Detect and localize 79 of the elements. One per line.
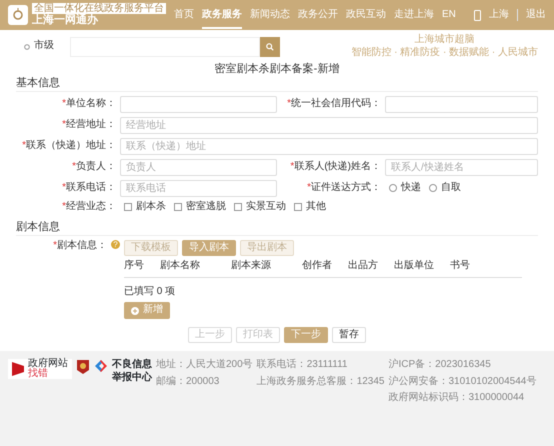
text-field[interactable] [385, 96, 538, 112]
field-label: *剧本信息： [53, 240, 107, 252]
text-field[interactable]: 负责人 [120, 158, 277, 176]
location-icon [24, 44, 30, 50]
field-label: *经营业态： [61, 200, 117, 213]
level-label: 市级 [34, 40, 54, 53]
step-button[interactable]: 上一步 [188, 326, 232, 344]
column-header: 书号 [450, 260, 470, 273]
toolbar-button[interactable]: 下载模板 [124, 240, 178, 256]
checkbox[interactable] [234, 202, 242, 211]
nav-tab[interactable]: 政民互动 [346, 0, 386, 30]
search-field[interactable] [70, 36, 260, 56]
footer-text: 地址：人民大道200号 [156, 359, 253, 372]
section-title: 基本信息 [16, 76, 538, 92]
step-button[interactable]: 打印表 [236, 326, 280, 344]
footer-text: 邮编：200003 [156, 376, 220, 388]
column-header: 剧本来源 [231, 260, 272, 273]
footer-text: 沪公网安备：31010102004544号 [388, 376, 536, 388]
column-header: 创作者 [302, 260, 332, 273]
city-link[interactable]: 上海 [489, 8, 509, 22]
option-label[interactable]: 其他 [306, 200, 326, 213]
count-text: 已填写 0 项 [124, 286, 176, 298]
find-error-logo[interactable]: 政府网站 找错 [8, 359, 72, 380]
add-button[interactable]: 新增 [124, 302, 170, 319]
option-label[interactable]: 密室逃脱 [186, 200, 226, 213]
step-button[interactable]: 下一步 [284, 326, 328, 344]
field-label: *证件送达方式： [306, 182, 382, 194]
checkbox[interactable] [294, 202, 302, 211]
checkbox[interactable] [174, 202, 182, 211]
option-label[interactable]: 剧本杀 [136, 200, 166, 213]
field-label: *负责人： [71, 160, 117, 174]
toolbar-button[interactable]: 导出剧本 [240, 240, 294, 256]
nav-tab[interactable]: 政务公开 [298, 0, 338, 30]
text-field[interactable]: 联系人/快递姓名 [385, 158, 538, 176]
nav-tab[interactable]: EN [442, 0, 456, 30]
logo-icon [8, 5, 28, 25]
field-label: *联系人(快递)姓名： [289, 160, 382, 174]
text-field[interactable]: 联系电话 [120, 180, 277, 196]
promo-title: 上海城市超脑 [414, 34, 475, 46]
step-button[interactable]: 暂存 [332, 326, 366, 344]
option-label[interactable]: 自取 [441, 182, 461, 194]
text-field[interactable]: 经营地址 [120, 116, 538, 134]
field-label: *联系（快递）地址： [21, 140, 117, 152]
help-icon[interactable]: ? [111, 240, 120, 249]
plus-icon [131, 306, 139, 314]
phone-icon[interactable] [474, 10, 481, 20]
field-label: *联系电话： [61, 182, 117, 194]
nav-tab[interactable]: 首页 [174, 0, 194, 30]
text-field[interactable] [120, 96, 277, 112]
option-label[interactable]: 实景互动 [246, 200, 286, 213]
column-header: 出版单位 [394, 260, 434, 273]
field-label: *单位名称： [61, 98, 117, 110]
field-label: *统一社会信用代码： [286, 98, 382, 110]
search-icon [266, 42, 274, 52]
field-label: *经营地址： [61, 118, 117, 132]
toolbar-button[interactable]: 导入剧本 [182, 240, 236, 256]
nav-tab[interactable]: 新闻动态 [250, 0, 290, 30]
nav-tab[interactable]: 政务服务 [202, 0, 242, 30]
footer-text: 政府网站标识码：3100000044 [388, 392, 526, 405]
radio-button[interactable] [429, 184, 437, 192]
option-label[interactable]: 快递 [401, 182, 421, 194]
footer-text: 联系电话：23111111 [256, 359, 348, 372]
form-title: 密室剧本杀剧本备案-新增 [214, 63, 340, 77]
footer-text: 沪ICP备：2023016345 [388, 359, 492, 372]
checkbox[interactable] [124, 202, 132, 211]
logout-link[interactable]: 退出 [517, 8, 546, 22]
report-center-logo[interactable]: 不良信息 举报中心 [94, 359, 152, 384]
section-title: 剧本信息 [16, 221, 538, 236]
logo-text: 上海一网通办 [32, 14, 100, 27]
nav-tab[interactable]: 走进上海 [394, 0, 434, 30]
column-header: 剧本名称 [160, 260, 201, 273]
search-button[interactable] [260, 36, 280, 56]
column-header: 序号 [124, 260, 144, 273]
text-field[interactable]: 联系（快递）地址 [120, 138, 538, 154]
tagline: 全国一体化在线政务服务平台 [32, 3, 166, 14]
radio-button[interactable] [389, 184, 397, 192]
promo-subtitle: 智能防控 · 精准防疫 · 数据赋能 · 人民城市 [351, 46, 538, 59]
footer-text: 上海政务服务总客服：12345 [256, 376, 384, 388]
column-header: 出品方 [348, 260, 378, 273]
